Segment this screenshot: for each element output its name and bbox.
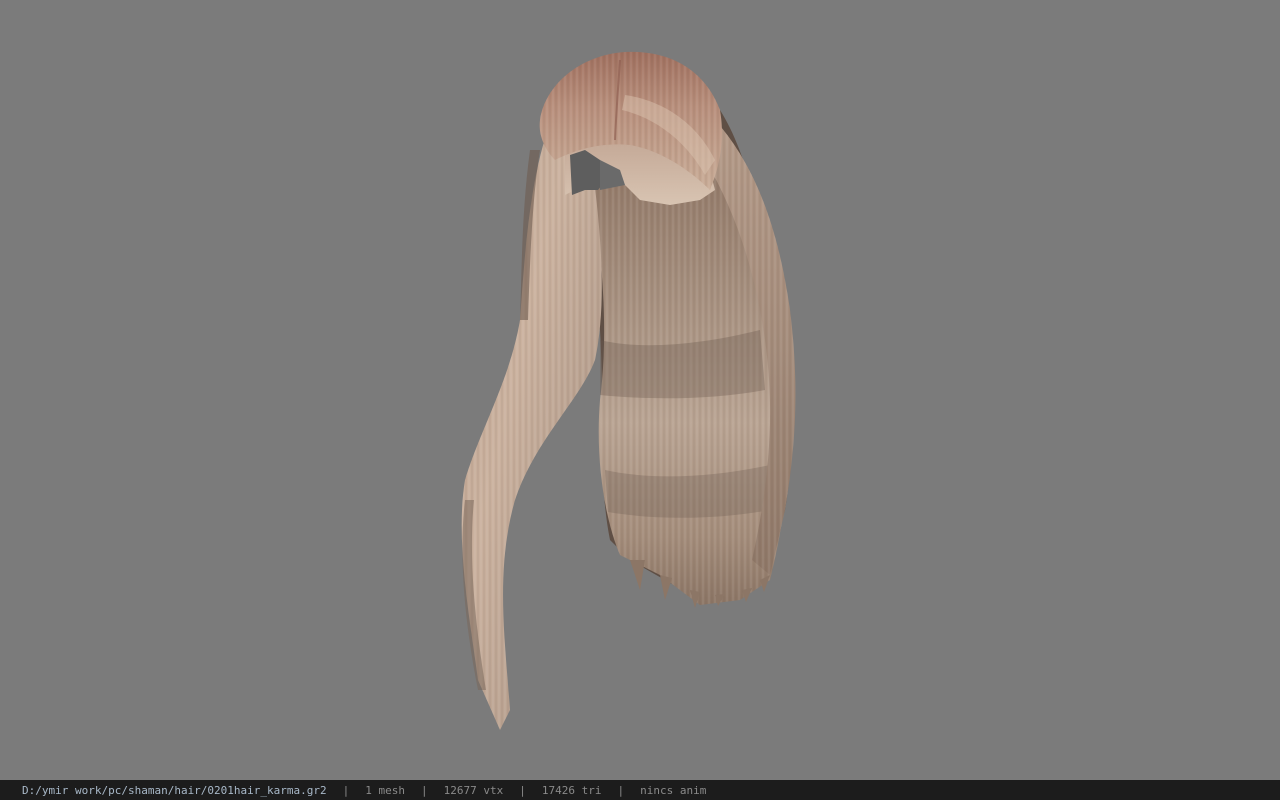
separator: |	[519, 783, 526, 797]
hair-model	[461, 51, 796, 730]
vertex-count: 12677 vtx	[443, 783, 504, 797]
animation-status: nincs anim	[640, 783, 707, 797]
file-path: D:/ymir work/pc/shaman/hair/0201hair_kar…	[22, 783, 327, 797]
triangle-count: 17426 tri	[541, 783, 602, 797]
separator: |	[421, 783, 428, 797]
separator: |	[617, 783, 625, 797]
separator: |	[342, 783, 350, 797]
mesh-count: 1 mesh	[365, 783, 406, 797]
status-bar: D:/ymir work/pc/shaman/hair/0201hair_kar…	[0, 780, 1280, 800]
3d-viewport[interactable]	[0, 0, 1280, 780]
